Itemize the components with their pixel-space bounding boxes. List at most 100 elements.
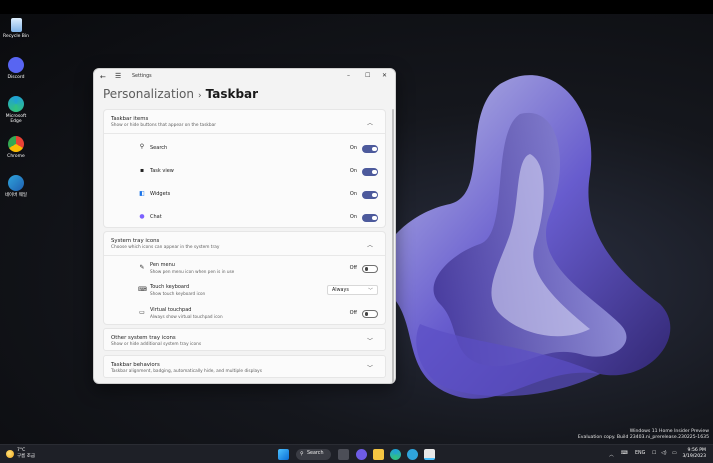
toggle-state: Off [349, 310, 357, 316]
weather-widget[interactable]: 7°C 구름 조금 [6, 448, 35, 459]
chat-app-icon[interactable] [356, 449, 367, 460]
search-icon: ⚲ [139, 143, 145, 150]
chevron-up-icon[interactable]: ︿ [367, 118, 373, 127]
desktop-icon-label: Recycle Bin [3, 34, 29, 39]
keyboard-tray-icon[interactable]: ⌨ [621, 451, 628, 456]
breadcrumb-parent[interactable]: Personalization [103, 87, 194, 101]
section-title: Taskbar behaviors [111, 362, 160, 368]
scrollbar[interactable] [392, 109, 394, 383]
breadcrumb-separator: › [197, 91, 202, 101]
toggle-state: On [349, 145, 357, 151]
network-icon[interactable]: ☐ [652, 451, 656, 456]
touch-keyboard-dropdown[interactable]: Always ﹀ [327, 285, 378, 295]
clock[interactable]: 9:56 PM 3/19/2023 [682, 448, 706, 460]
section-title: System tray icons [111, 238, 160, 244]
chevron-down-icon[interactable]: ﹀ [367, 336, 373, 345]
weather-sun-icon [6, 449, 14, 458]
row-widgets: ◧ Widgets On [104, 183, 385, 205]
keyboard-icon: ⌨ [138, 286, 147, 293]
touchpad-icon: ▭ [139, 309, 145, 316]
system-tray-header[interactable]: System tray icons Choose which icons can… [104, 232, 385, 255]
row-virtual-touchpad: ▭ Virtual touchpad Always show virtual t… [104, 303, 385, 325]
edge-taskbar-icon[interactable] [390, 449, 401, 460]
taskbar-behaviors-section[interactable]: Taskbar behaviors Taskbar alignment, bad… [103, 355, 386, 378]
dropdown-value: Always [332, 287, 349, 293]
page-title: Taskbar [205, 87, 259, 101]
desktop-icon-label: Chrome [7, 154, 25, 159]
system-tray-section: System tray icons Choose which icons can… [103, 231, 386, 325]
volume-icon[interactable]: ◁) [661, 451, 667, 456]
discord-icon [8, 57, 24, 73]
taskbar-items-section: Taskbar items Show or hide buttons that … [103, 109, 386, 228]
chat-toggle[interactable] [362, 214, 378, 222]
chrome-icon [8, 136, 24, 152]
start-button[interactable] [278, 449, 289, 460]
row-label: Pen menu [150, 262, 175, 268]
divider [104, 133, 385, 134]
task-view-icon: ▪ [139, 167, 145, 174]
other-tray-icons-section[interactable]: Other system tray icons Show or hide add… [103, 328, 386, 351]
clock-date: 3/19/2023 [682, 454, 706, 460]
section-description: Show or hide buttons that appear on the … [111, 123, 217, 128]
window-title: Settings [132, 74, 152, 79]
settings-window: ← ☰ Settings – ☐ ✕ Personalization › Taskb… [93, 68, 396, 384]
minimize-button[interactable]: – [347, 72, 350, 79]
chevron-down-icon[interactable]: ﹀ [367, 363, 373, 372]
title-bar[interactable]: ← ☰ Settings – ☐ ✕ [94, 69, 395, 85]
row-label: Touch keyboard [150, 284, 190, 290]
weather-condition: 구름 조금 [17, 453, 35, 459]
whale-taskbar-icon[interactable] [407, 449, 418, 460]
pen-icon: ✎ [139, 264, 145, 271]
section-title: Other system tray icons [111, 335, 176, 341]
build-watermark: Windows 11 Home Insider Preview Evaluati… [578, 429, 709, 441]
desktop-icon-whale[interactable]: 네이버 웨일 [2, 175, 30, 198]
file-explorer-icon[interactable] [373, 449, 384, 460]
row-description: Always show virtual touchpad icon [150, 314, 223, 319]
widgets-toggle[interactable] [362, 191, 378, 199]
task-view-button[interactable] [338, 449, 349, 460]
battery-icon[interactable]: ▭ [672, 451, 677, 456]
row-label: Widgets [150, 191, 171, 197]
chevron-up-icon[interactable]: ︿ [367, 240, 373, 249]
row-label: Virtual touchpad [150, 307, 192, 313]
pen-menu-toggle[interactable] [362, 265, 378, 273]
desktop-icon-discord[interactable]: Discord [2, 57, 30, 80]
row-touch-keyboard: ⌨ Touch keyboard Show touch keyboard ico… [104, 280, 385, 302]
desktop-icon-chrome[interactable]: Chrome [2, 136, 30, 159]
taskbar-items-header[interactable]: Taskbar items Show or hide buttons that … [104, 110, 385, 133]
language-indicator[interactable]: ENG [635, 451, 645, 456]
row-label: Chat [150, 214, 162, 220]
desktop-icon-label: Discord [7, 75, 25, 80]
desktop-icon-recycle-bin[interactable]: Recycle Bin [2, 18, 30, 39]
search-toggle[interactable] [362, 145, 378, 153]
row-description: Show touch keyboard icon [150, 291, 206, 296]
edge-icon [8, 96, 24, 112]
watermark-line-2: Evaluation copy. Build 23403.ni_prerelea… [577, 435, 709, 441]
chevron-up-icon[interactable]: ︿ [609, 451, 614, 458]
search-icon: ⚲ [300, 450, 304, 457]
task-view-toggle[interactable] [362, 168, 378, 176]
toggle-state: On [349, 191, 357, 197]
row-label: Search [150, 145, 168, 151]
top-black-bar [0, 0, 713, 14]
virtual-touchpad-toggle[interactable] [362, 310, 378, 318]
taskbar-search[interactable]: ⚲ Search [296, 449, 331, 460]
desktop-icon-label: 네이버 웨일 [4, 193, 28, 198]
toggle-state: On [349, 168, 357, 174]
close-button[interactable]: ✕ [382, 72, 387, 79]
row-chat: ● Chat On [104, 206, 385, 228]
back-arrow-icon[interactable]: ← [100, 73, 106, 81]
divider [104, 255, 385, 256]
taskbar-search-label: Search [307, 451, 324, 456]
taskbar: 7°C 구름 조금 ⚲ Search ︿ ⌨ ENG ☐ ◁) ▭ 9:56 P… [0, 444, 713, 463]
section-description: Choose which icons can appear in the sys… [111, 245, 220, 250]
breadcrumb: Personalization › Taskbar [103, 87, 258, 101]
maximize-button[interactable]: ☐ [365, 72, 370, 79]
row-label: Task view [150, 168, 174, 174]
toggle-state: Off [349, 265, 357, 271]
desktop-icon-label: Microsoft Edge [5, 114, 27, 125]
settings-taskbar-icon[interactable] [424, 449, 435, 460]
widgets-icon: ◧ [139, 190, 145, 197]
hamburger-menu-icon[interactable]: ☰ [115, 72, 121, 80]
desktop-icon-edge[interactable]: Microsoft Edge [2, 96, 30, 124]
